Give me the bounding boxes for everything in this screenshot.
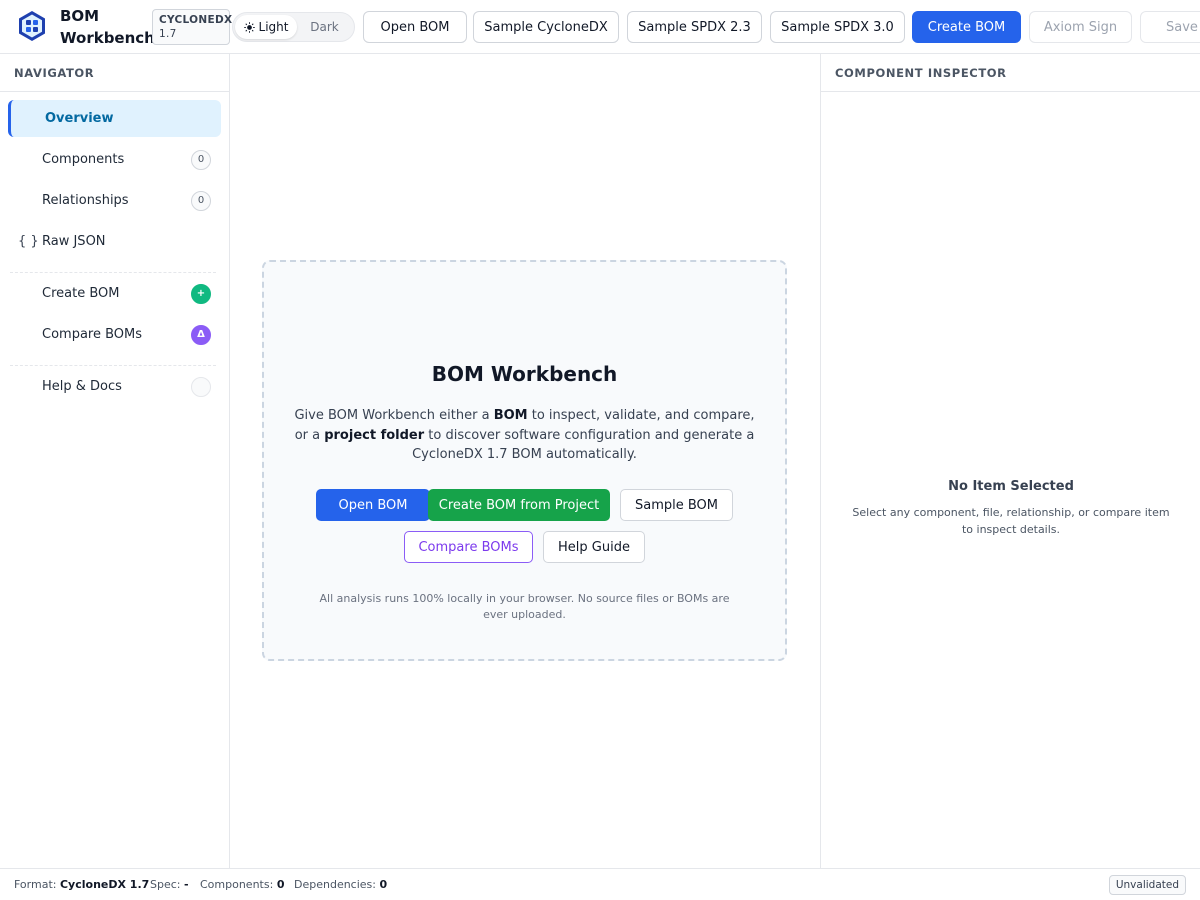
help-circle-icon: [191, 376, 211, 397]
nav-item-label: Components: [42, 152, 125, 167]
status-dependencies: Dependencies: 0: [294, 878, 387, 891]
privacy-note: All analysis runs 100% locally in your b…: [319, 592, 730, 621]
status-bar: Format: CycloneDX 1.7 Spec: - Components…: [0, 868, 1200, 900]
nav-item-compare-boms[interactable]: Compare BOMs Δ: [8, 316, 221, 353]
status-spec-label: Spec:: [150, 878, 181, 891]
create-bom-button[interactable]: Create BOM: [912, 11, 1021, 43]
sample-cyclonedx-button[interactable]: Sample CycloneDX: [473, 11, 619, 43]
compare-boms-button[interactable]: Compare BOMs: [404, 531, 533, 563]
navigator-title: NAVIGATOR: [0, 54, 229, 92]
status-spec: Spec: -: [150, 878, 189, 891]
status-components: Components: 0: [200, 878, 284, 891]
status-components-value: 0: [276, 878, 285, 891]
main-content: BOM Workbench Give BOM Workbench either …: [230, 54, 820, 868]
axiom-sign-button[interactable]: Axiom Sign: [1029, 11, 1132, 43]
status-format: Format: CycloneDX 1.7: [14, 878, 149, 891]
plus-icon: +: [191, 283, 211, 304]
open-bom-button[interactable]: Open BOM: [363, 11, 467, 43]
nav-item-label: Compare BOMs: [42, 327, 143, 342]
status-spec-value: -: [184, 878, 189, 891]
components-count-badge: 0: [191, 149, 211, 170]
empty-state-title: No Item Selected: [948, 479, 1074, 494]
nav-item-create-bom[interactable]: Create BOM +: [8, 275, 221, 312]
top-toolbar: BOM Workbench CYCLONEDX 1.7 Light Dark O…: [0, 0, 1200, 54]
spec-badge-name: CYCLONEDX: [159, 14, 233, 26]
nav-item-components[interactable]: Components 0: [8, 141, 221, 178]
desc-bold-project-folder: project folder: [324, 427, 425, 443]
sample-spdx-30-button[interactable]: Sample SPDX 3.0: [770, 11, 905, 43]
theme-light-label: Light: [258, 20, 289, 34]
theme-light-option[interactable]: Light: [235, 15, 297, 39]
app-title-line2: Workbench: [60, 29, 155, 47]
open-bom-main-button[interactable]: Open BOM: [316, 489, 430, 521]
status-dependencies-label: Dependencies:: [294, 878, 376, 891]
create-bom-from-project-button[interactable]: Create BOM from Project: [428, 489, 610, 521]
spec-version-badge: CYCLONEDX 1.7: [152, 9, 233, 45]
status-format-value: CycloneDX 1.7: [59, 878, 150, 891]
status-dependencies-value: 0: [379, 878, 388, 891]
sample-bom-button[interactable]: Sample BOM: [620, 489, 733, 521]
inspector-title: COMPONENT INSPECTOR: [821, 54, 1200, 92]
braces-icon: { }: [18, 234, 39, 249]
desc-text: to discover software configuration and g…: [412, 427, 755, 463]
app-title: BOM Workbench: [60, 5, 155, 49]
sample-spdx-23-button[interactable]: Sample SPDX 2.3: [627, 11, 762, 43]
sun-icon: [243, 21, 255, 33]
delta-icon: Δ: [191, 324, 211, 345]
nav-item-label: Raw JSON: [42, 234, 106, 249]
nav-item-raw-json[interactable]: { } Raw JSON: [8, 223, 221, 260]
status-format-label: Format:: [14, 878, 57, 891]
nav-item-label: Overview: [45, 111, 114, 126]
theme-toggle[interactable]: Light Dark: [232, 12, 355, 42]
nav-item-label: Relationships: [42, 193, 129, 208]
welcome-description: Give BOM Workbench either a BOM to inspe…: [294, 406, 755, 465]
help-guide-button[interactable]: Help Guide: [543, 531, 645, 563]
status-components-label: Components:: [200, 878, 274, 891]
spec-badge-version: 1.7: [159, 28, 177, 40]
nav-item-overview[interactable]: Overview: [8, 100, 221, 137]
desc-text: Give BOM Workbench either a: [294, 408, 494, 423]
nav-item-label: Help & Docs: [42, 379, 122, 394]
drop-zone[interactable]: BOM Workbench Give BOM Workbench either …: [262, 260, 787, 661]
app-title-line1: BOM: [60, 7, 100, 25]
relationships-count-badge: 0: [191, 190, 211, 211]
theme-dark-option[interactable]: Dark: [297, 15, 352, 39]
component-inspector: COMPONENT INSPECTOR No Item Selected Sel…: [820, 54, 1200, 868]
desc-bold-bom: BOM: [493, 408, 528, 423]
navigator-sidebar: NAVIGATOR Overview Components 0 Relation…: [0, 54, 230, 868]
nav-item-relationships[interactable]: Relationships 0: [8, 182, 221, 219]
nav-divider: [10, 365, 216, 366]
nav-item-help-docs[interactable]: Help & Docs: [8, 368, 221, 405]
validation-status-badge: Unvalidated: [1108, 875, 1186, 895]
nav-item-label: Create BOM: [42, 286, 120, 301]
app-logo-icon: [19, 11, 45, 41]
save-button[interactable]: Save A: [1140, 11, 1200, 43]
theme-dark-label: Dark: [310, 20, 339, 34]
welcome-title: BOM Workbench: [431, 362, 618, 386]
nav-divider: [10, 272, 216, 273]
empty-state-description: Select any component, file, relationship…: [852, 506, 1170, 536]
